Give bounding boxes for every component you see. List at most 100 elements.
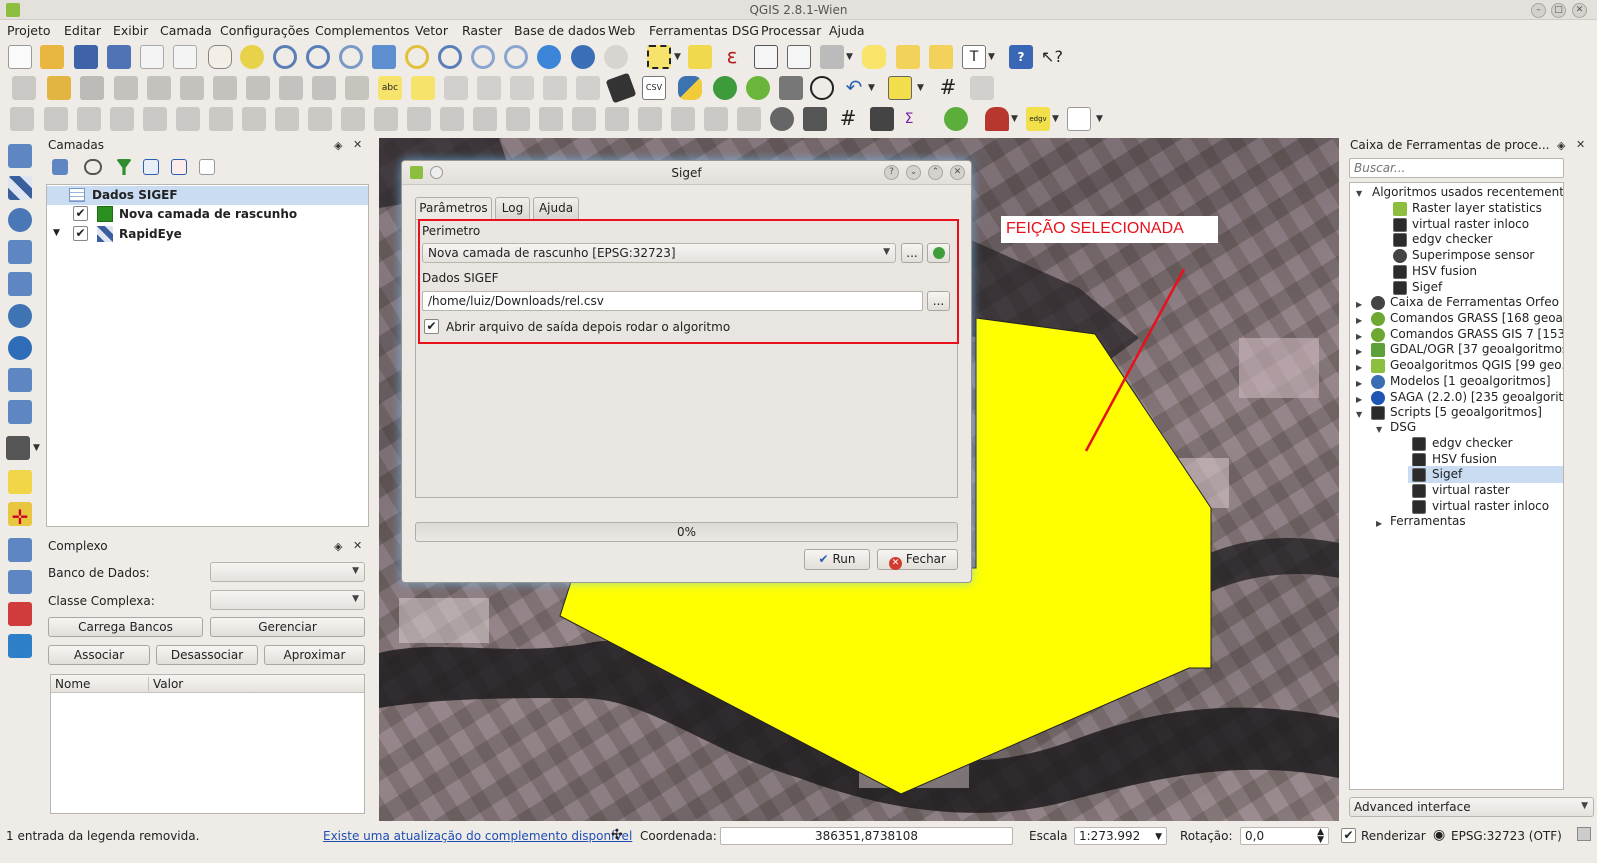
maximize-button[interactable]: □ <box>1551 3 1566 18</box>
tree-provider-modelos[interactable]: Modelos [1 geoalgoritmos] <box>1390 374 1551 388</box>
layer-style-icon[interactable] <box>888 76 912 100</box>
grid-icon[interactable]: # <box>936 76 960 100</box>
dados-sigef-input[interactable]: /home/luiz/Downloads/rel.csv <box>422 291 923 311</box>
tree-group-dsg[interactable]: DSG <box>1390 420 1416 434</box>
expand-arrow-icon[interactable]: ▶ <box>1356 363 1362 372</box>
tree-provider-scripts[interactable]: Scripts [5 geoalgoritmos] <box>1390 405 1542 419</box>
tree-item-virtual-raster-inloco[interactable]: virtual raster inloco <box>1412 217 1529 231</box>
move-label-icon[interactable] <box>510 76 534 100</box>
layers-panel-close-icon[interactable]: ✕ <box>353 138 362 151</box>
coordinate-toggle-icon[interactable]: ✣ <box>611 827 623 843</box>
associar-button[interactable]: Associar <box>48 645 150 665</box>
whats-this-icon[interactable]: ↖? <box>1040 45 1064 69</box>
coordinate-input[interactable]: 386351,8738108 <box>720 827 1013 845</box>
add-wfs-layer-icon[interactable] <box>8 400 32 424</box>
raster-tool-2-icon[interactable] <box>605 107 629 131</box>
complexo-panel-float-icon[interactable]: ◈ <box>334 540 342 553</box>
messages-icon[interactable] <box>1577 827 1591 841</box>
tree-script-virtual-raster[interactable]: virtual raster <box>1432 483 1510 497</box>
add-feature-icon[interactable] <box>114 76 138 100</box>
tree-group-recent[interactable]: Algoritmos usados recentemente <box>1372 185 1563 199</box>
georeferencer-icon[interactable] <box>810 76 834 100</box>
raster-grid-icon[interactable]: # <box>836 107 860 131</box>
layer-add-group-icon[interactable] <box>143 159 159 175</box>
add-arcgis-layer-icon[interactable] <box>8 634 32 658</box>
open-project-icon[interactable] <box>40 45 64 69</box>
raster-tool-1-icon[interactable] <box>572 107 596 131</box>
expand-arrow-icon[interactable]: ▼ <box>1356 189 1362 198</box>
complexo-panel-close-icon[interactable]: ✕ <box>353 539 362 552</box>
add-gps-icon[interactable] <box>8 538 32 562</box>
expand-arrow-icon[interactable]: ▶ <box>1376 519 1382 528</box>
add-postgis-layer-icon[interactable] <box>8 208 32 232</box>
processing-panel-float-icon[interactable]: ◈ <box>1557 139 1565 152</box>
add-oracle-layer-icon[interactable] <box>8 304 32 328</box>
expression-select-icon[interactable]: ε <box>720 45 744 69</box>
delete-part-icon[interactable] <box>308 107 332 131</box>
tree-provider-saga[interactable]: SAGA (2.2.0) [235 geoalgorit... <box>1390 390 1563 404</box>
tree-script-virtual-raster-inloco[interactable]: virtual raster inloco <box>1432 499 1549 513</box>
plugin-update-link[interactable]: Existe uma atualização do complemento di… <box>323 829 632 843</box>
db-manager-icon[interactable] <box>779 76 803 100</box>
tree-provider-gdal[interactable]: GDAL/OGR [37 geoalgoritmos] <box>1390 342 1563 356</box>
aproximar-button[interactable]: Aproximar <box>264 645 365 665</box>
perimetro-iterate-button[interactable] <box>927 243 950 263</box>
refresh-icon[interactable] <box>537 45 561 69</box>
raster-tool-8-icon[interactable] <box>803 107 827 131</box>
layer-expand-all-icon[interactable] <box>171 159 187 175</box>
toggle-editing-icon[interactable] <box>47 76 71 100</box>
raster-profile-icon[interactable] <box>1067 107 1091 131</box>
column-header-valor[interactable]: Valor <box>153 677 183 691</box>
change-label-icon[interactable] <box>576 76 600 100</box>
new-shapefile-icon[interactable] <box>6 436 30 460</box>
menu-ferramentas-dsg[interactable]: Ferramentas DSG <box>649 23 759 38</box>
advanced-edit-icon[interactable] <box>10 107 34 131</box>
crosshair-icon[interactable]: ✛ <box>8 506 32 530</box>
zoom-last-icon[interactable] <box>471 45 495 69</box>
expand-arrow-icon[interactable]: ▶ <box>1356 395 1362 404</box>
csv-icon[interactable]: CSV <box>642 76 666 100</box>
crs-status[interactable]: EPSG:32723 (OTF) <box>1451 829 1562 843</box>
measure-dropdown-arrow-icon[interactable]: ▼ <box>846 52 853 62</box>
render-checkbox[interactable]: ✔ <box>1341 828 1356 843</box>
tree-provider-grass[interactable]: Comandos GRASS [168 geoal... <box>1390 311 1563 325</box>
pan-hand-icon[interactable] <box>208 45 232 69</box>
dsg-tool-icon[interactable] <box>605 72 637 104</box>
raster-tool-5-icon[interactable] <box>704 107 728 131</box>
help-icon[interactable]: ? <box>1009 45 1033 69</box>
tree-provider-grass7[interactable]: Comandos GRASS GIS 7 [153 ... <box>1390 327 1563 341</box>
merge-features-icon[interactable] <box>473 107 497 131</box>
edgv-dropdown-arrow-icon[interactable]: ▼ <box>1052 114 1059 124</box>
menu-ajuda[interactable]: Ajuda <box>829 23 865 38</box>
add-wcs-layer-icon[interactable] <box>8 368 32 392</box>
scale-combo[interactable]: 1:273.992 ▼ <box>1074 827 1167 845</box>
expand-arrow-icon[interactable]: ▼ <box>1376 425 1382 434</box>
expand-arrow-icon[interactable]: ▶ <box>1356 347 1362 356</box>
statistics-icon[interactable] <box>787 45 811 69</box>
copy-features-icon[interactable] <box>279 76 303 100</box>
identify-icon[interactable] <box>571 45 595 69</box>
split-parts-icon[interactable] <box>440 107 464 131</box>
layer-item-rapideye[interactable]: ▼ ✔ RapidEye <box>47 225 368 244</box>
show-hide-labels-icon[interactable] <box>477 76 501 100</box>
tree-group-ferramentas[interactable]: Ferramentas <box>1390 514 1466 528</box>
add-vector-layer-icon[interactable] <box>8 144 32 168</box>
expand-arrow-icon[interactable]: ▶ <box>1356 300 1362 309</box>
raster-tool-6-icon[interactable] <box>737 107 761 131</box>
python-console-icon[interactable] <box>678 76 702 100</box>
raster-tool-4-icon[interactable] <box>671 107 695 131</box>
dsg-shape-icon[interactable] <box>985 107 1009 131</box>
menu-editar[interactable]: Editar <box>64 23 101 38</box>
zoom-native-icon[interactable] <box>339 45 363 69</box>
delete-ring-icon[interactable] <box>275 107 299 131</box>
layers-panel-float-icon[interactable]: ◈ <box>334 139 342 152</box>
processing-panel-close-icon[interactable]: ✕ <box>1576 138 1585 151</box>
cut-features-icon[interactable] <box>246 76 270 100</box>
menu-web[interactable]: Web <box>608 23 635 38</box>
menu-vetor[interactable]: Vetor <box>415 23 448 38</box>
zoom-next-icon[interactable] <box>504 45 528 69</box>
perimetro-browse-button[interactable]: ... <box>901 243 923 263</box>
refresh-plugin-icon[interactable] <box>944 107 968 131</box>
dsg-shape-dropdown-arrow-icon[interactable]: ▼ <box>1011 114 1018 124</box>
menu-raster[interactable]: Raster <box>462 23 502 38</box>
